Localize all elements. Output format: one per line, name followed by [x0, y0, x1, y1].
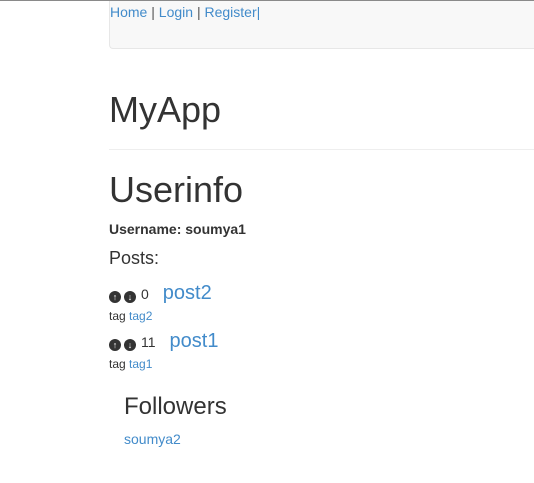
- post-score: 0: [141, 286, 149, 302]
- follower-item: soumya2: [124, 431, 227, 447]
- post-header: ↑ ↓ 11 post1: [109, 330, 218, 356]
- post-item: ↑ ↓ 0 post2 tag tag2: [109, 282, 212, 323]
- posts-heading: Posts:: [109, 248, 160, 268]
- tag-link[interactable]: tag1: [129, 357, 152, 371]
- post-score: 11: [141, 334, 156, 350]
- nav-login-link[interactable]: Login: [159, 4, 193, 20]
- app-brand: MyApp: [109, 89, 222, 130]
- circle-arrow-down-icon[interactable]: ↓: [124, 291, 136, 303]
- divider: [109, 149, 534, 150]
- post-title-link[interactable]: post2: [163, 282, 212, 305]
- username-label: Username: soumya1: [109, 221, 246, 237]
- tag-label: tag: [109, 357, 126, 371]
- nav-separator: |: [196, 4, 201, 20]
- circle-arrow-down-icon[interactable]: ↓: [124, 339, 136, 351]
- navbar: Home | Login | Register|: [109, 1, 534, 49]
- follower-link[interactable]: soumya2: [124, 431, 181, 447]
- post-title-link[interactable]: post1: [170, 330, 219, 353]
- nav-home-link[interactable]: Home: [110, 4, 147, 20]
- followers-section: Followers soumya2: [124, 393, 227, 447]
- followers-heading: Followers: [124, 393, 227, 420]
- post-tags: tag tag1: [109, 357, 218, 371]
- circle-arrow-up-icon[interactable]: ↑: [109, 291, 121, 303]
- post-tags: tag tag2: [109, 309, 212, 323]
- page-title: Userinfo: [109, 169, 244, 210]
- tag-label: tag: [109, 309, 126, 323]
- circle-arrow-up-icon[interactable]: ↑: [109, 339, 121, 351]
- post-header: ↑ ↓ 0 post2: [109, 282, 212, 308]
- nav-register-link[interactable]: Register|: [204, 4, 260, 20]
- tag-link[interactable]: tag2: [129, 309, 152, 323]
- nav-links: Home | Login | Register|: [110, 4, 260, 20]
- nav-separator: |: [151, 4, 155, 20]
- post-item: ↑ ↓ 11 post1 tag tag1: [109, 330, 218, 371]
